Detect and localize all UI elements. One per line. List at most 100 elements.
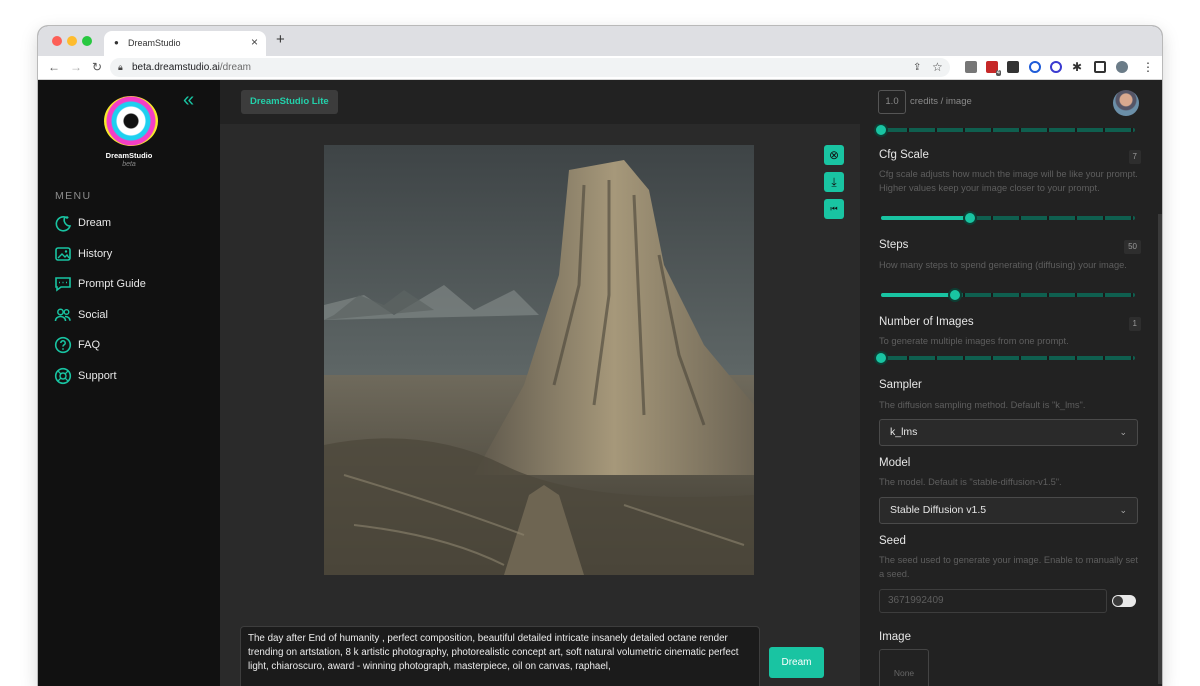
chevron-down-icon: ⌄ [1119, 505, 1127, 515]
tab-title: DreamStudio [128, 38, 181, 48]
dream-button[interactable]: Dream [769, 647, 824, 678]
forward-icon[interactable]: → [70, 60, 82, 74]
collapse-sidebar-icon[interactable]: « [183, 89, 194, 111]
sidebar-item-prompt-guide[interactable]: Prompt Guide [54, 273, 214, 295]
browser-toolbar: ← → ↻ 🔒︎ beta.dreamstudio.ai/dream ⇪ ☆ 4… [38, 56, 1162, 80]
sidebar-item-label: History [78, 248, 113, 260]
num-images-description: To generate multiple images from one pro… [879, 336, 1069, 346]
model-selected: Stable Diffusion v1.5 [890, 504, 987, 516]
slider-knob[interactable] [947, 288, 962, 302]
image-title: Image [879, 631, 911, 643]
dreamstudio-logo[interactable] [104, 96, 158, 146]
num-images-slider[interactable] [874, 351, 1135, 365]
num-images-value-badge: 1 [1128, 317, 1141, 331]
address-bar[interactable]: 🔒︎ beta.dreamstudio.ai/dream ⇪ ☆ [110, 58, 950, 77]
profile-avatar[interactable] [1116, 61, 1128, 73]
sampler-selected: k_lms [890, 426, 918, 438]
browser-tab[interactable]: ● DreamStudio × [104, 31, 266, 56]
back-icon[interactable]: ← [48, 60, 60, 74]
cfg-slider[interactable] [881, 211, 1135, 225]
sidebar: DreamStudio beta MENU Dream History Prom… [38, 80, 220, 686]
slider-knob[interactable] [874, 124, 888, 137]
extension-circle-icon[interactable] [1029, 61, 1041, 73]
star-icon[interactable]: ☆ [932, 58, 943, 77]
init-image-placeholder: None [893, 668, 915, 678]
panel-scrollbar[interactable] [1158, 214, 1162, 684]
sidebar-item-faq[interactable]: FAQ [54, 334, 214, 356]
app-page: DreamStudio beta MENU Dream History Prom… [38, 80, 1162, 686]
tab-close-icon[interactable]: × [251, 36, 258, 48]
skip-back-icon: ⏮ [830, 204, 838, 213]
steps-value-badge: 50 [1124, 240, 1141, 254]
sidebar-item-label: Dream [78, 217, 112, 229]
tab-strip: ● DreamStudio × + [38, 26, 1162, 56]
sidebar-item-label: Prompt Guide [78, 278, 146, 290]
slider-fill [881, 293, 955, 297]
steps-description: How many steps to spend generating (diff… [879, 260, 1127, 270]
chevron-down-icon: ⌄ [1119, 427, 1127, 437]
extension-circle-icon[interactable] [1050, 61, 1062, 73]
favicon-icon: ● [114, 38, 119, 47]
lifebuoy-icon [54, 367, 72, 385]
image-gallery-icon [55, 247, 71, 261]
close-circle-icon: ⊗ [828, 148, 840, 162]
kebab-menu-icon[interactable]: ⋮ [1142, 60, 1154, 74]
sidebar-item-history[interactable]: History [54, 243, 214, 265]
sidebar-item-support[interactable]: Support [54, 365, 214, 387]
seed-description: The seed used to generate your image. En… [879, 555, 1138, 579]
seed-input[interactable]: 3671992409 [879, 589, 1107, 613]
sidebar-item-label: FAQ [78, 339, 101, 351]
slider-knob[interactable] [874, 351, 888, 365]
user-avatar[interactable] [1113, 90, 1139, 116]
generated-image [324, 145, 754, 575]
mode-pill[interactable]: DreamStudio Lite [241, 90, 338, 114]
sidepanel-icon[interactable] [1094, 61, 1106, 73]
steps-slider[interactable] [881, 288, 1135, 302]
model-description: The model. Default is "stable-diffusion-… [879, 477, 1062, 487]
extension-shield-icon[interactable]: 4 [986, 61, 1001, 76]
prompt-input[interactable]: The day after End of humanity , perfect … [240, 626, 760, 686]
share-icon[interactable]: ⇪ [913, 58, 921, 77]
cfg-description: Cfg scale adjusts how much the image wil… [879, 169, 1138, 193]
download-button[interactable]: ⤓ [824, 172, 844, 192]
seed-toggle[interactable] [1112, 595, 1136, 607]
url-text: beta.dreamstudio.ai/dream [132, 62, 251, 73]
toggle-knob [1113, 596, 1123, 606]
steps-title: Steps [879, 239, 909, 251]
moon-sparkle-icon [55, 216, 72, 232]
init-image-dropzone[interactable]: None [879, 649, 929, 686]
extension-badge: 4 [995, 70, 1001, 76]
menu-heading: MENU [55, 190, 92, 202]
sidebar-item-dream[interactable]: Dream [54, 212, 214, 234]
sampler-select[interactable]: k_lms ⌄ [879, 419, 1138, 446]
reload-icon[interactable]: ↻ [92, 60, 102, 74]
extension-icon[interactable] [965, 61, 977, 73]
question-circle-icon [54, 336, 72, 354]
sidebar-item-label: Social [78, 309, 108, 321]
extension-icon[interactable] [1007, 61, 1019, 73]
slider-fill [881, 216, 970, 220]
puzzle-icon[interactable]: ✱ [1072, 60, 1082, 74]
slider-knob[interactable] [962, 211, 977, 225]
sampler-description: The diffusion sampling method. Default i… [879, 400, 1086, 410]
beta-label: beta [122, 161, 136, 168]
top-bar: « DreamStudio Lite 1.0 credits / image [183, 80, 1162, 124]
sidebar-item-social[interactable]: Social [54, 304, 214, 326]
settings-panel: Cfg Scale 7 Cfg scale adjusts how much t… [860, 124, 1162, 686]
model-select[interactable]: Stable Diffusion v1.5 ⌄ [879, 497, 1138, 524]
num-images-title: Number of Images [879, 316, 974, 328]
cfg-title: Cfg Scale [879, 149, 929, 161]
cancel-button[interactable]: ⊗ [824, 145, 844, 165]
top-slider[interactable] [874, 124, 1135, 137]
credits-value: 1.0 [878, 90, 906, 114]
maximize-window-button[interactable] [82, 36, 92, 46]
browser-window: ● DreamStudio × + ← → ↻ 🔒︎ beta.dreamstu… [38, 26, 1162, 686]
minimize-window-button[interactable] [67, 36, 77, 46]
generated-image-art [324, 145, 754, 575]
new-tab-button[interactable]: + [276, 32, 285, 48]
seed-title: Seed [879, 535, 906, 547]
close-window-button[interactable] [52, 36, 62, 46]
sidebar-item-label: Support [78, 370, 117, 382]
sampler-title: Sampler [879, 379, 922, 391]
skip-back-button[interactable]: ⏮ [824, 199, 844, 219]
